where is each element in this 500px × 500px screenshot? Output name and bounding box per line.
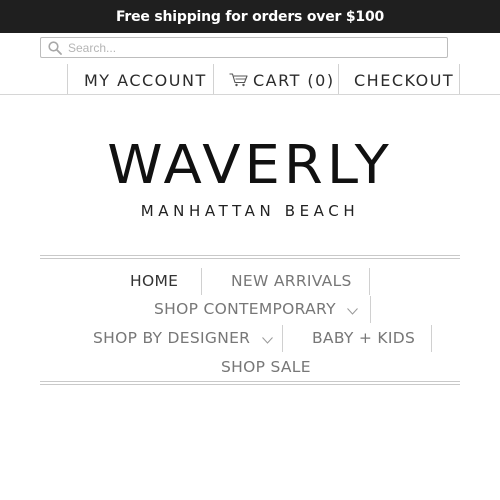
checkout-link[interactable]: CHECKOUT <box>354 69 454 91</box>
chevron-down-icon <box>347 301 358 319</box>
nav-item-label: SHOP CONTEMPORARY <box>154 300 336 318</box>
nav-item-label: SHOP BY DESIGNER <box>93 329 251 347</box>
search-box[interactable] <box>40 37 448 58</box>
my-account-link[interactable]: MY ACCOUNT <box>84 69 207 91</box>
nav-separator <box>431 325 432 352</box>
main-nav: HOME NEW ARRIVALS SHOP CONTEMPORARY SHOP… <box>40 258 460 382</box>
nav-divider <box>67 64 68 94</box>
nav-item-shop-sale[interactable]: SHOP SALE <box>221 358 311 376</box>
store-logo[interactable]: WAVERLY MANHATTAN BEACH <box>0 136 500 220</box>
nav-item-shop-by-designer[interactable]: SHOP BY DESIGNER <box>93 329 273 348</box>
nav-item-baby-kids[interactable]: BABY + KIDS <box>312 329 415 347</box>
cart-icon <box>229 72 249 88</box>
bottom-rule <box>40 381 460 382</box>
account-nav: MY ACCOUNT CART (0) CHECKOUT <box>0 64 500 95</box>
logo-wordmark: WAVERLY <box>107 134 393 197</box>
promo-bar: Free shipping for orders over $100 <box>0 0 500 33</box>
nav-separator <box>201 268 202 295</box>
nav-item-shop-contemporary[interactable]: SHOP CONTEMPORARY <box>154 300 358 319</box>
logo-tagline: MANHATTAN BEACH <box>140 202 360 220</box>
nav-item-new-arrivals[interactable]: NEW ARRIVALS <box>231 272 352 290</box>
cart-label: CART (0) <box>253 70 335 90</box>
cart-link[interactable]: CART (0) <box>229 69 335 91</box>
nav-item-home[interactable]: HOME <box>130 272 178 290</box>
nav-divider <box>338 64 339 94</box>
nav-separator <box>369 268 370 295</box>
search-input[interactable] <box>65 39 447 56</box>
bottom-rule <box>40 384 460 385</box>
nav-separator <box>370 296 371 323</box>
search-icon <box>45 38 65 57</box>
nav-divider <box>459 64 460 94</box>
top-rule <box>40 255 460 256</box>
promo-text: Free shipping for orders over $100 <box>115 8 385 25</box>
nav-divider <box>213 64 214 94</box>
chevron-down-icon <box>261 330 273 348</box>
nav-separator <box>282 325 283 352</box>
